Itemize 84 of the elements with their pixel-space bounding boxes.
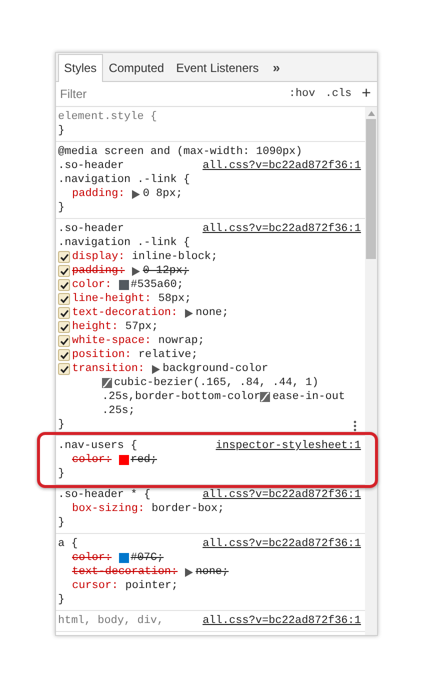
property-name: transition:: [72, 362, 145, 376]
tab[interactable]: Event Listeners: [170, 54, 265, 81]
checkbox[interactable]: [58, 293, 70, 305]
checkbox[interactable]: [58, 363, 70, 375]
property-name: white-space:: [72, 334, 152, 348]
expand-triangle-icon[interactable]: [152, 364, 160, 374]
value-text: inline-block;: [132, 250, 218, 264]
value-text: red;: [130, 453, 158, 467]
property-name: display:: [72, 250, 125, 264]
closing-brace: }: [58, 467, 65, 481]
css-selector: .nav-users {: [58, 439, 138, 453]
color-swatch[interactable]: [118, 280, 129, 290]
expand-triangle-icon[interactable]: [184, 308, 193, 318]
value-text: .25s,border-bottom-color: [102, 390, 260, 404]
source-link[interactable]: all.css?v=bc22ad872f36:1: [202, 159, 361, 173]
toolbar-button[interactable]: :hov: [286, 88, 318, 100]
source-link[interactable]: all.css?v=bc22ad872f36:1: [202, 614, 361, 628]
checkbox[interactable]: [58, 307, 70, 319]
tab[interactable]: Styles: [58, 54, 103, 82]
toolbar-button[interactable]: +: [360, 85, 373, 103]
value-text: 0 8px;: [142, 187, 182, 201]
value-text: border-box;: [152, 502, 224, 516]
value-text: ease-in-out: [272, 390, 346, 404]
easing-curve-icon[interactable]: [102, 378, 112, 388]
source-link[interactable]: all.css?v=bc22ad872f36:1: [202, 222, 361, 236]
color-swatch[interactable]: [118, 455, 129, 465]
closing-brace: }: [58, 418, 65, 432]
closing-brace: }: [58, 124, 65, 138]
value-text: relative;: [138, 348, 198, 362]
closing-brace: }: [58, 201, 65, 215]
property-name: position:: [72, 348, 132, 362]
value-text: background-color: [162, 362, 268, 376]
more-icon[interactable]: [353, 420, 357, 432]
value-text: pointer;: [125, 579, 178, 593]
css-selector: .navigation .-link {: [58, 173, 190, 187]
property-name: padding:: [72, 187, 125, 201]
property-name: color:: [72, 551, 112, 565]
expand-triangle-icon[interactable]: [132, 190, 140, 198]
property-name: color:: [72, 453, 112, 467]
checkbox[interactable]: [58, 321, 70, 333]
source-link[interactable]: all.css?v=bc22ad872f36:1: [202, 488, 361, 502]
closing-brace: }: [58, 593, 65, 607]
expand-triangle-icon[interactable]: [184, 568, 193, 576]
property-name: box-sizing:: [72, 502, 145, 516]
source-link[interactable]: inspector-stylesheet:1: [216, 439, 361, 453]
value-text: cubic-bezier(.165, .84, .44, 1): [114, 376, 319, 390]
more-tabs-button[interactable]: »: [264, 54, 288, 81]
property-name: text-decoration:: [72, 306, 178, 320]
toolbar-button[interactable]: .cls: [323, 88, 354, 100]
css-selector: .so-header: [58, 159, 124, 173]
property-name: line-height:: [72, 292, 152, 306]
property-name: text-decoration:: [72, 565, 178, 579]
value-text: nowrap;: [158, 334, 204, 348]
css-selector: element.style {: [58, 110, 158, 124]
css-selector: html, body, div,: [58, 614, 164, 628]
value-text: 57px;: [125, 320, 158, 334]
closing-brace: }: [58, 516, 65, 530]
checkbox[interactable]: [58, 251, 70, 263]
value-text: 58px;: [158, 292, 192, 306]
tab[interactable]: Computed: [102, 54, 170, 81]
value-text: none;: [196, 306, 229, 320]
scrollbar-thumb[interactable]: [366, 119, 376, 259]
css-selector: .so-header: [58, 222, 124, 236]
property-name: cursor:: [72, 579, 118, 593]
expand-triangle-icon[interactable]: [132, 266, 140, 276]
checkbox[interactable]: [58, 279, 70, 291]
checkbox[interactable]: [58, 265, 70, 277]
css-selector: a {: [58, 537, 78, 551]
css-selector: @media screen and (max-width: 1090px): [58, 145, 302, 159]
value-text: 0 12px;: [142, 264, 190, 278]
value-text: none;: [196, 565, 229, 579]
property-name: color:: [72, 278, 112, 292]
css-selector: .so-header * {: [58, 488, 150, 502]
css-selector: .navigation .-link {: [58, 236, 190, 250]
value-text: #07C;: [130, 551, 164, 565]
color-swatch[interactable]: [118, 553, 129, 563]
checkbox[interactable]: [58, 349, 70, 361]
value-text: .25s;: [102, 404, 136, 418]
checkbox[interactable]: [58, 335, 70, 347]
easing-curve-icon[interactable]: [260, 392, 270, 402]
source-link[interactable]: all.css?v=bc22ad872f36:1: [202, 537, 361, 551]
value-text: #535a60;: [130, 278, 184, 292]
property-name: padding:: [72, 264, 125, 278]
property-name: height:: [72, 320, 118, 334]
